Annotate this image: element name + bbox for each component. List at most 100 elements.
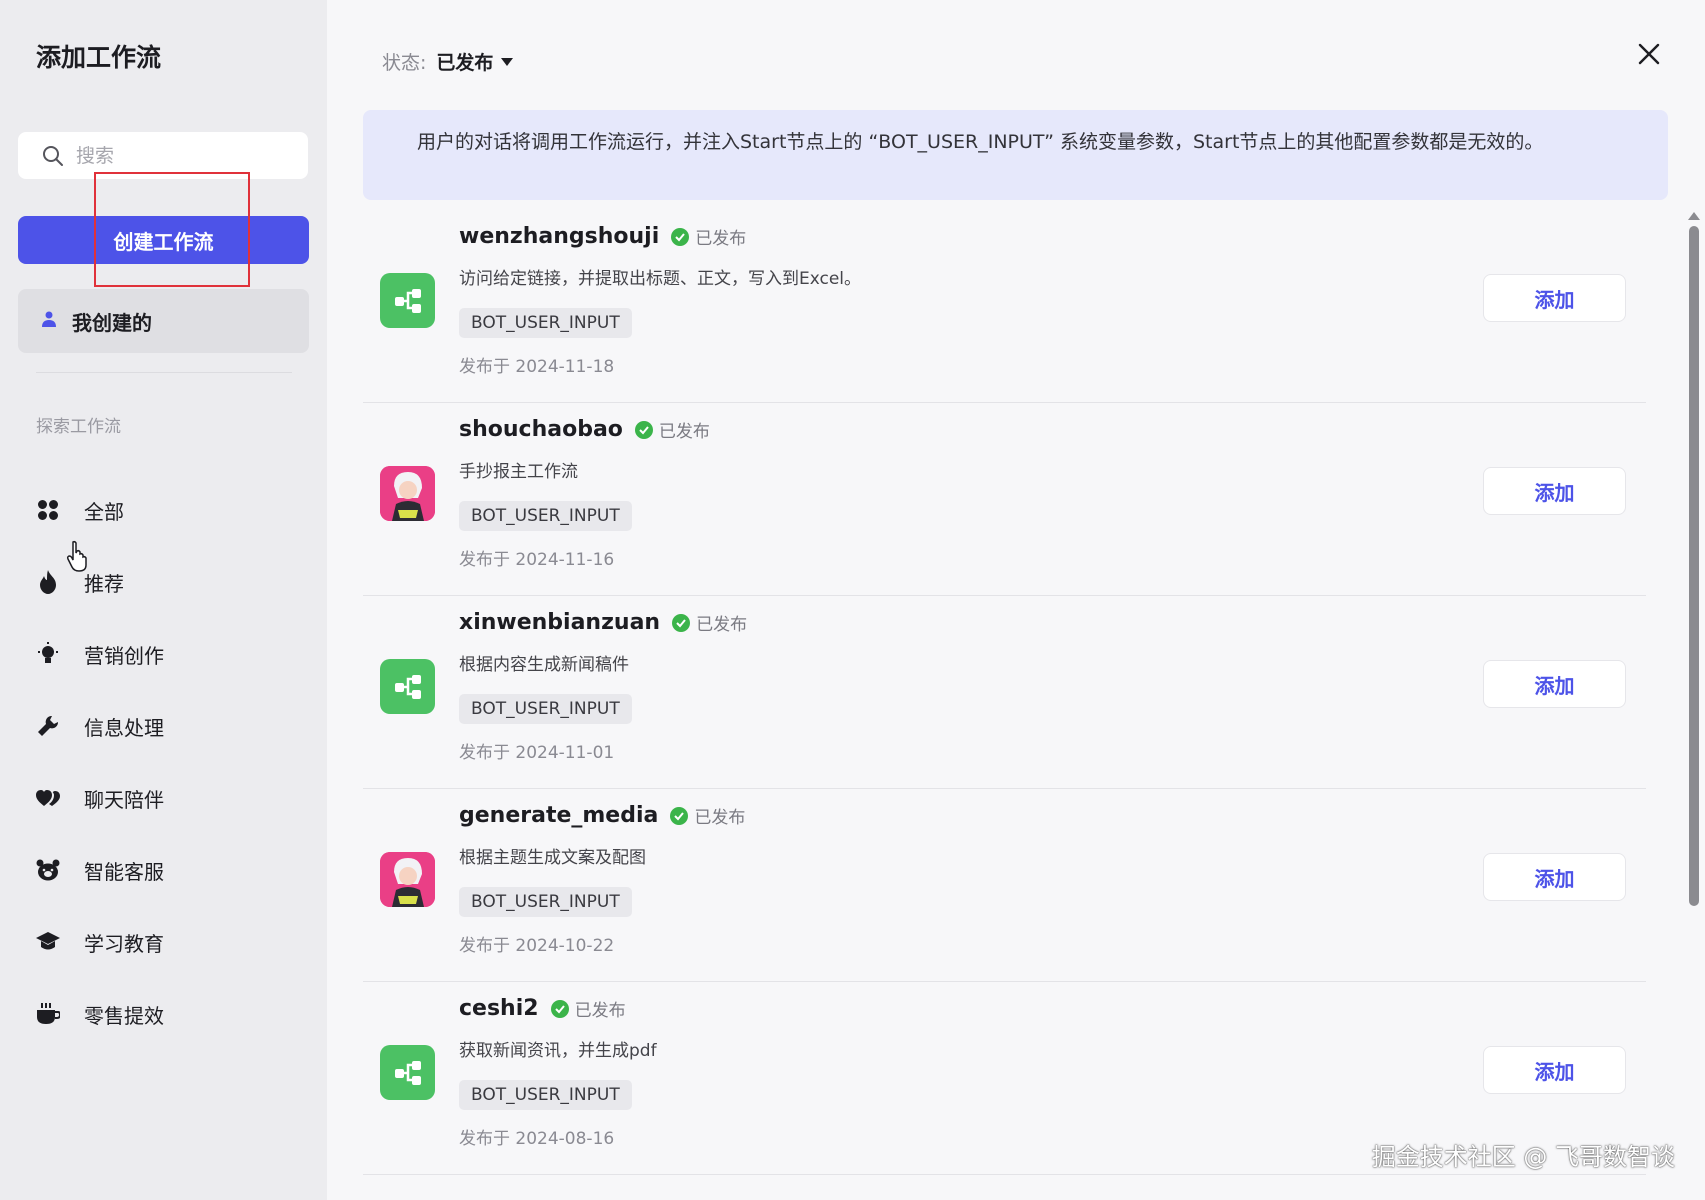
- workflow-name-row: xinwenbianzuan 已发布: [459, 610, 747, 635]
- published-check-icon: [670, 806, 689, 825]
- sidebar-item-info-processing[interactable]: 信息处理: [36, 690, 296, 762]
- published-check-icon: [672, 613, 691, 632]
- workflow-description: 手抄报主工作流: [459, 462, 578, 482]
- sidebar-item-label: 我创建的: [72, 310, 152, 335]
- workflow-name-row: generate_media 已发布: [459, 803, 745, 828]
- scroll-up-arrow-icon[interactable]: [1688, 212, 1700, 220]
- workflow-item: shouchaobao 已发布 手抄报主工作流 BOT_USER_INPUT 发…: [363, 403, 1646, 596]
- workflow-item: wenzhangshouji 已发布 访问给定链接，并提取出标题、正文，写入到E…: [363, 210, 1646, 403]
- workflow-name: ceshi2: [459, 996, 539, 1021]
- sidebar-item-chat-companion[interactable]: 聊天陪伴: [36, 762, 296, 834]
- fire-icon: [36, 570, 60, 594]
- sidebar-item-customer-service[interactable]: 智能客服: [36, 834, 296, 906]
- category-label: 零售提效: [84, 1003, 164, 1028]
- category-label: 智能客服: [84, 859, 164, 884]
- workflow-avatar: [380, 273, 435, 328]
- workflow-status: 已发布: [694, 808, 746, 828]
- category-label: 推荐: [84, 571, 124, 596]
- category-label: 学习教育: [84, 931, 164, 956]
- workflow-name: xinwenbianzuan: [459, 610, 661, 635]
- workflow-avatar: [380, 852, 435, 907]
- bulb-icon: [36, 642, 60, 666]
- info-notice: 用户的对话将调用工作流运行，并注入Start节点上的 “BOT_USER_INP…: [363, 110, 1668, 200]
- character-avatar-icon: [380, 852, 435, 907]
- workflow-date: 发布于 2024-08-16: [459, 1129, 615, 1149]
- sidebar-item-my-created[interactable]: 我创建的: [18, 289, 309, 353]
- workflow-description: 根据主题生成文案及配图: [459, 848, 646, 868]
- workflow-status: 已发布: [696, 615, 748, 635]
- close-icon: [1638, 43, 1660, 65]
- hearts-icon: [36, 786, 60, 810]
- workflow-status: 已发布: [574, 1001, 626, 1021]
- workflow-description: 访问给定链接，并提取出标题、正文，写入到Excel。: [459, 269, 862, 289]
- category-label: 全部: [84, 499, 124, 524]
- workflow-date: 发布于 2024-11-01: [459, 743, 615, 763]
- workflow-tag: BOT_USER_INPUT: [459, 1080, 632, 1110]
- add-workflow-button[interactable]: 添加: [1483, 274, 1626, 322]
- workflow-item: generate_media 已发布 根据主题生成文案及配图 BOT_USER_…: [363, 789, 1646, 982]
- workflow-date: 发布于 2024-11-16: [459, 550, 615, 570]
- workflow-date: 发布于 2024-11-18: [459, 357, 615, 377]
- workflow-name-row: shouchaobao 已发布: [459, 417, 710, 442]
- workflow-name-row: wenzhangshouji 已发布: [459, 224, 746, 249]
- sidebar-item-retail[interactable]: 零售提效: [36, 978, 296, 1050]
- workflow-name: shouchaobao: [459, 417, 623, 442]
- sidebar-title: 添加工作流: [36, 43, 162, 72]
- workflow-description: 获取新闻资讯，并生成pdf: [459, 1041, 657, 1061]
- workflow-name: generate_media: [459, 803, 659, 828]
- caret-down-icon[interactable]: [501, 57, 514, 66]
- workflow-list: wenzhangshouji 已发布 访问给定链接，并提取出标题、正文，写入到E…: [363, 210, 1646, 1175]
- character-avatar-icon: [380, 466, 435, 521]
- category-label: 聊天陪伴: [84, 787, 164, 812]
- add-workflow-button[interactable]: 添加: [1483, 853, 1626, 901]
- sidebar-item-marketing[interactable]: 营销创作: [36, 618, 296, 690]
- sidebar-divider: [36, 372, 292, 373]
- category-label: 营销创作: [84, 643, 164, 668]
- status-filter-label: 状态:: [382, 52, 427, 74]
- user-icon: [42, 311, 56, 331]
- close-button[interactable]: [1635, 40, 1663, 68]
- hand-cursor-icon: [66, 540, 87, 572]
- status-filter-value[interactable]: 已发布: [436, 48, 493, 75]
- category-label: 信息处理: [84, 715, 164, 740]
- workflow-status: 已发布: [658, 422, 710, 442]
- workflow-icon: [394, 1060, 421, 1085]
- search-icon: [42, 145, 64, 167]
- workflow-avatar: [380, 659, 435, 714]
- sidebar-item-all[interactable]: 全部: [36, 474, 296, 546]
- status-filter[interactable]: 状态: 已发布: [382, 48, 514, 75]
- workflow-tag: BOT_USER_INPUT: [459, 887, 632, 917]
- workflow-status: 已发布: [695, 229, 747, 249]
- workflow-icon: [394, 288, 421, 313]
- published-check-icon: [671, 227, 690, 246]
- workflow-name: wenzhangshouji: [459, 224, 660, 249]
- graduation-cap-icon: [36, 930, 60, 954]
- workflow-item: xinwenbianzuan 已发布 根据内容生成新闻稿件 BOT_USER_I…: [363, 596, 1646, 789]
- workflow-avatar: [380, 1045, 435, 1100]
- workflow-avatar: [380, 466, 435, 521]
- workflow-icon: [394, 674, 421, 699]
- published-check-icon: [634, 420, 653, 439]
- explore-section-title: 探索工作流: [36, 417, 121, 437]
- main-panel: 状态: 已发布 用户的对话将调用工作流运行，并注入Start节点上的 “BOT_…: [327, 0, 1705, 1200]
- add-workflow-button[interactable]: 添加: [1483, 660, 1626, 708]
- scrollbar-thumb[interactable]: [1689, 226, 1699, 906]
- workflow-tag: BOT_USER_INPUT: [459, 694, 632, 724]
- workflow-name-row: ceshi2 已发布: [459, 996, 626, 1021]
- wrench-icon: [36, 714, 60, 738]
- grid-icon: [36, 498, 60, 522]
- create-workflow-button[interactable]: 创建工作流: [18, 216, 309, 264]
- search-box[interactable]: [18, 132, 308, 179]
- published-check-icon: [550, 999, 569, 1018]
- watermark-text: 掘金技术社区 @ 飞哥数智谈: [1371, 1143, 1675, 1171]
- bear-icon: [36, 858, 60, 882]
- workflow-tag: BOT_USER_INPUT: [459, 501, 632, 531]
- workflow-tag: BOT_USER_INPUT: [459, 308, 632, 338]
- sidebar-item-education[interactable]: 学习教育: [36, 906, 296, 978]
- cup-icon: [36, 1002, 60, 1026]
- add-workflow-button[interactable]: 添加: [1483, 467, 1626, 515]
- search-input[interactable]: [76, 144, 276, 167]
- add-workflow-button[interactable]: 添加: [1483, 1046, 1626, 1094]
- sidebar: 添加工作流 创建工作流 我创建的 探索工作流 全部: [0, 0, 327, 1200]
- scrollbar[interactable]: [1687, 212, 1701, 912]
